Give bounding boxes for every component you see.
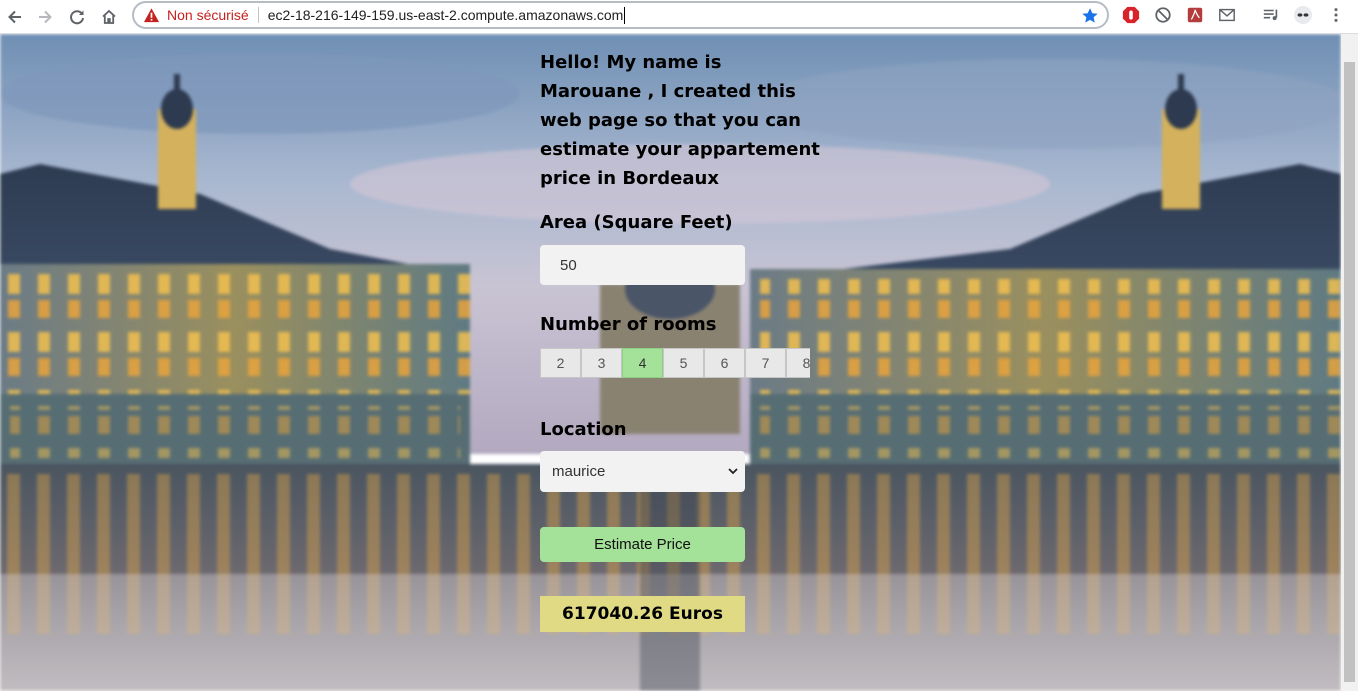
warning-icon	[143, 7, 160, 24]
location-selected-value: maurice	[552, 463, 606, 480]
page-scrollbar[interactable]	[1341, 34, 1358, 691]
room-option[interactable]: 4	[622, 348, 663, 378]
rooms-label: Number of rooms	[540, 314, 717, 335]
home-icon	[102, 9, 116, 24]
scrollbar-thumb[interactable]	[1344, 62, 1355, 682]
room-option[interactable]: 6	[704, 348, 745, 378]
room-option[interactable]: 3	[581, 348, 622, 378]
bookmark-star-icon[interactable]	[1081, 7, 1099, 25]
reload-button[interactable]	[64, 4, 90, 30]
address-bar[interactable]: Non sécurisé ec2-18-216-149-159.us-east-…	[132, 1, 1109, 29]
price-result: 617040.26 Euros	[540, 596, 745, 632]
adblock-extension-icon[interactable]	[1121, 5, 1141, 25]
home-button[interactable]	[96, 4, 122, 30]
back-button[interactable]	[2, 4, 28, 30]
menu-kebab-icon[interactable]	[1326, 5, 1346, 25]
chevron-down-icon	[728, 468, 738, 475]
location-select[interactable]: maurice	[540, 451, 745, 492]
room-option[interactable]: 8	[786, 348, 810, 378]
room-option[interactable]: 5	[663, 348, 704, 378]
forward-arrow-icon	[39, 10, 52, 24]
mail-extension-icon[interactable]	[1217, 5, 1237, 25]
block-extension-icon[interactable]	[1153, 5, 1173, 25]
back-arrow-icon	[8, 10, 21, 24]
intro-text: Hello! My name is Marouane , I created t…	[540, 52, 820, 189]
security-status[interactable]: Non sécurisé	[167, 7, 249, 23]
room-option[interactable]: 2	[540, 348, 581, 378]
forward-button[interactable]	[32, 4, 58, 30]
address-divider	[257, 7, 259, 23]
area-label: Area (Square Feet)	[540, 212, 733, 233]
estimate-price-button[interactable]: Estimate Price	[540, 527, 745, 562]
pdf-extension-icon[interactable]	[1185, 5, 1205, 25]
url-text[interactable]: ec2-18-216-149-159.us-east-2.compute.ama…	[268, 7, 624, 23]
media-control-icon[interactable]	[1261, 5, 1281, 25]
room-option[interactable]: 7	[745, 348, 786, 378]
area-input[interactable]	[540, 245, 745, 285]
rooms-selector: 2345678	[540, 348, 810, 378]
text-cursor	[624, 6, 626, 24]
browser-toolbar: Non sécurisé ec2-18-216-149-159.us-east-…	[0, 0, 1358, 34]
reload-icon	[70, 10, 84, 25]
profile-avatar[interactable]	[1293, 5, 1313, 25]
location-label: Location	[540, 419, 627, 440]
